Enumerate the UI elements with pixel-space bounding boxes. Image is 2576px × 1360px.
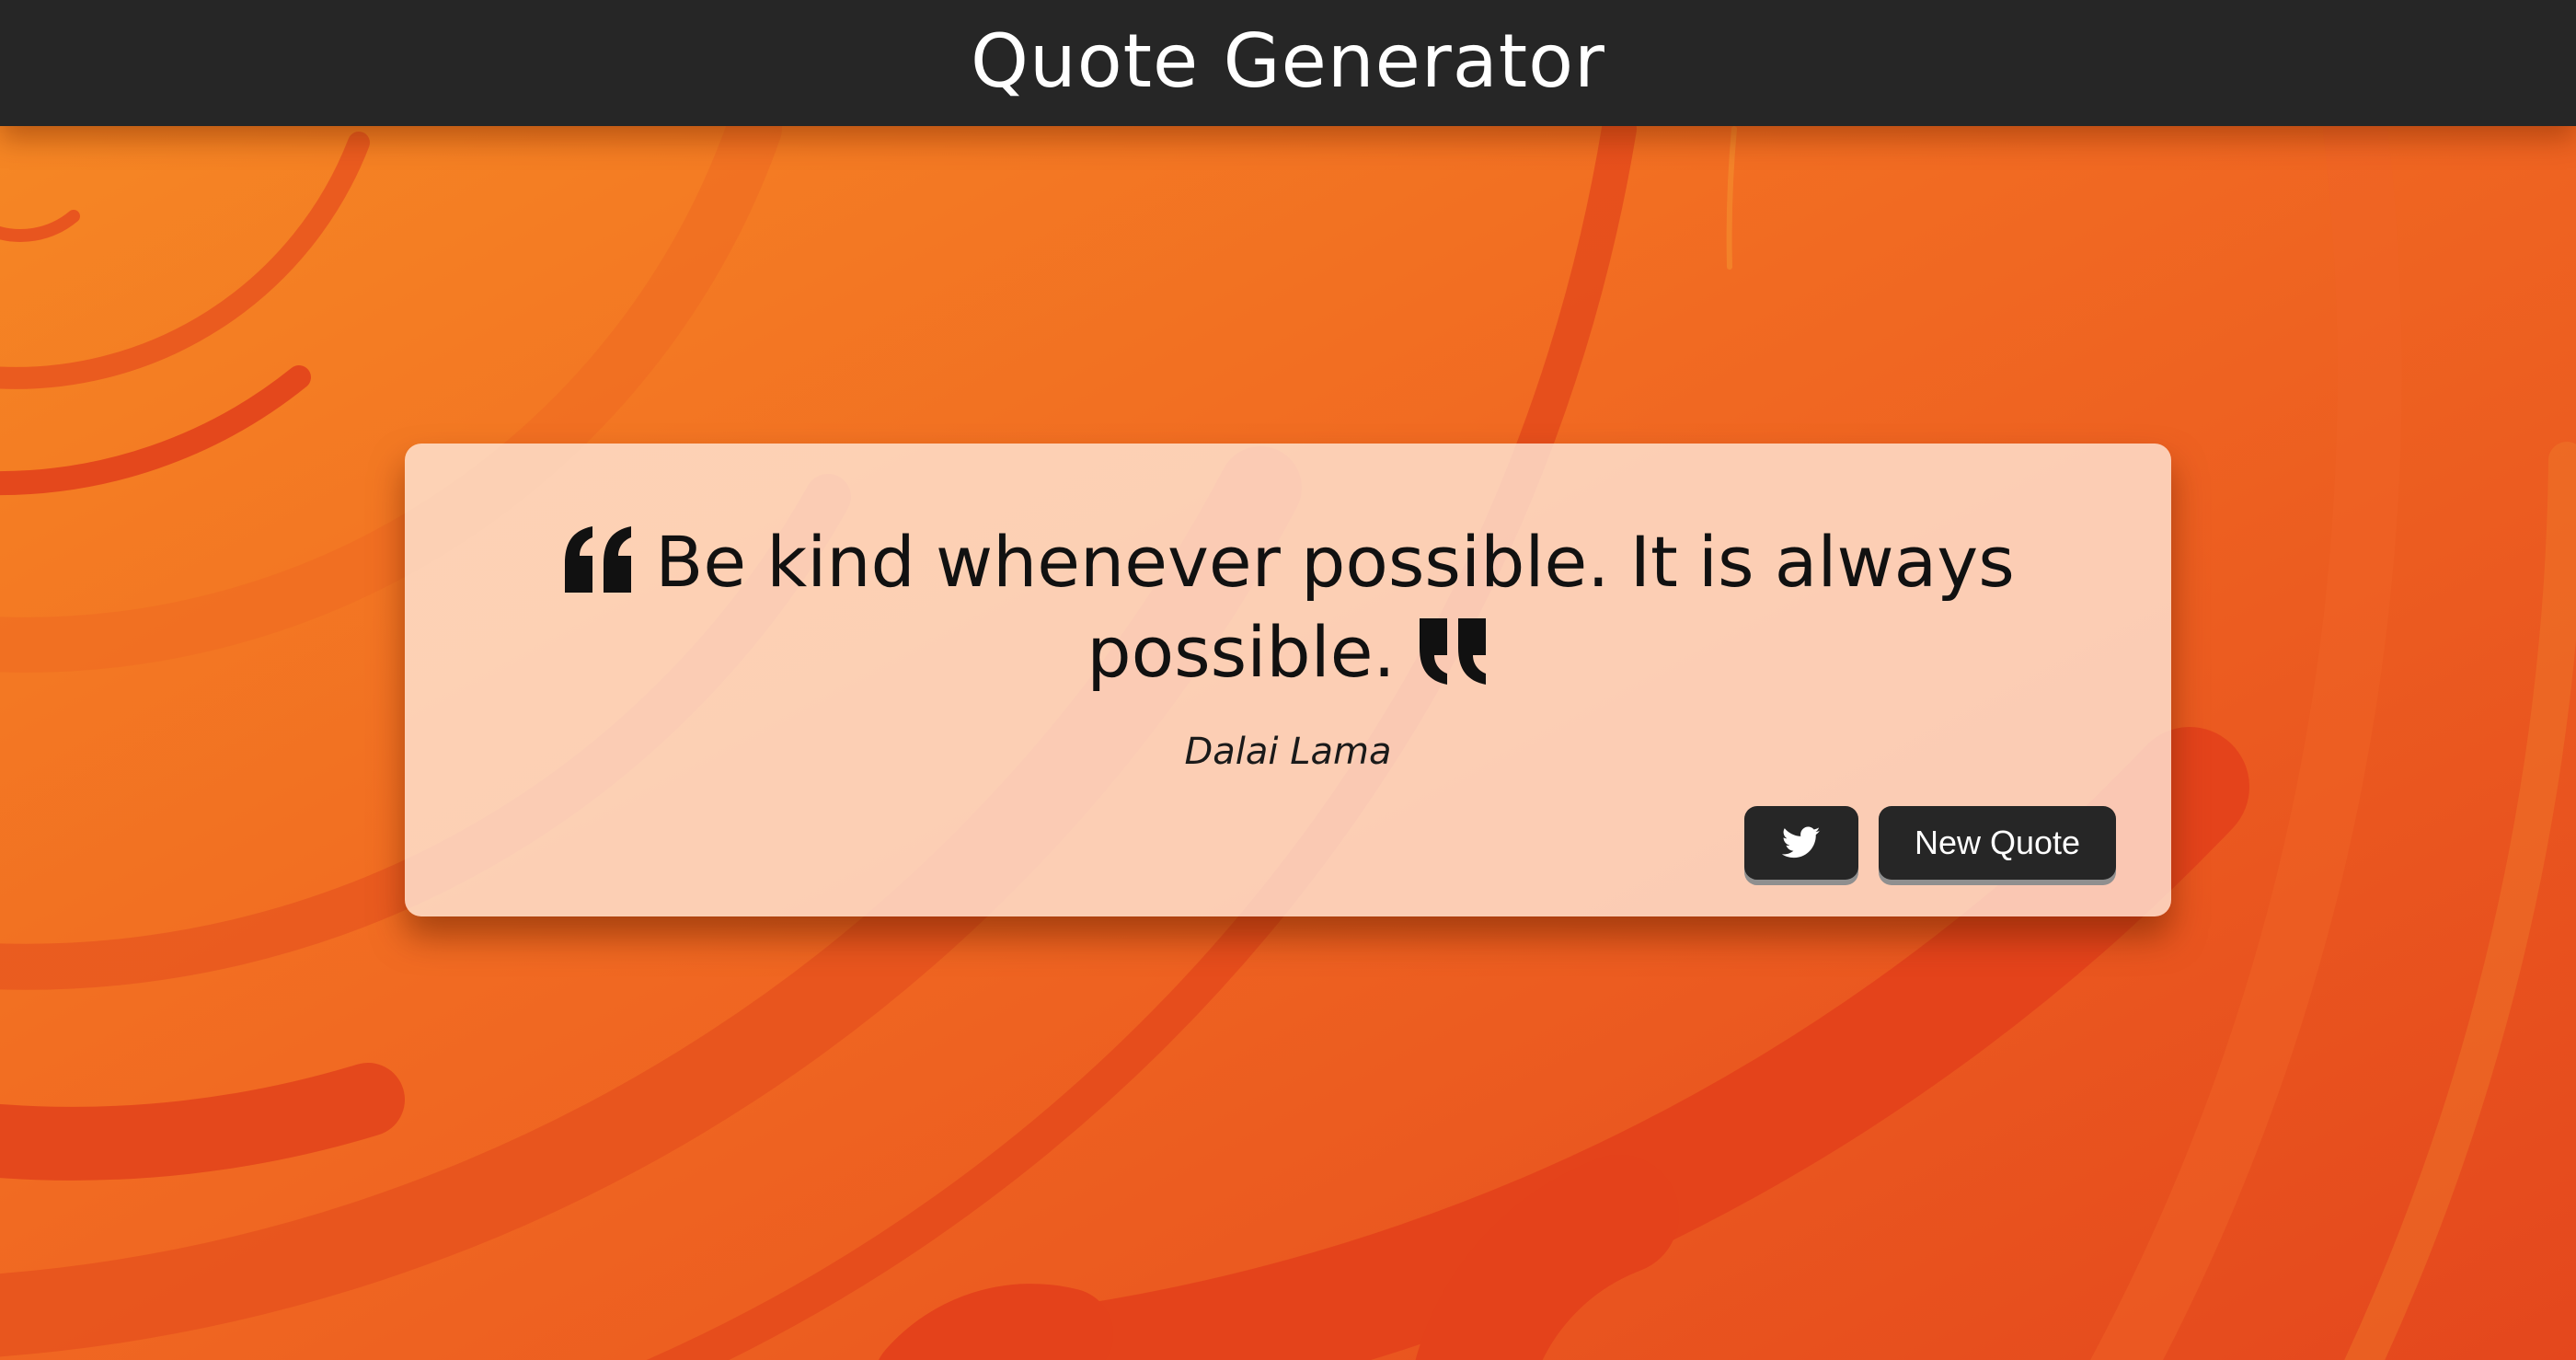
quote-container: Be kind whenever possible. It is always … [460, 517, 2116, 697]
app-header: Quote Generator [0, 0, 2576, 126]
tweet-button[interactable] [1744, 806, 1858, 880]
page-title: Quote Generator [971, 17, 1605, 104]
quote-author: Dalai Lama [1184, 731, 1392, 773]
quote-text: Be kind whenever possible. It is always … [655, 521, 2015, 693]
quote-card: Be kind whenever possible. It is always … [405, 444, 2171, 916]
open-quote-icon [561, 526, 635, 593]
close-quote-icon [1416, 618, 1489, 685]
twitter-icon [1782, 826, 1821, 859]
new-quote-button[interactable]: New Quote [1879, 806, 2116, 880]
